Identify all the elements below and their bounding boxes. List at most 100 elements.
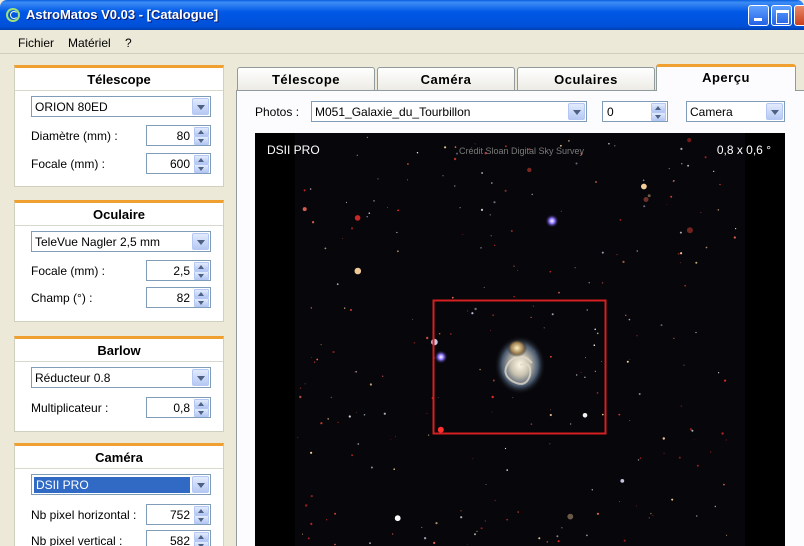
star <box>628 318 631 321</box>
star <box>390 438 392 440</box>
eyepiece-focal-value: 2,5 <box>173 264 190 278</box>
minimize-button[interactable] <box>748 5 769 26</box>
tab-oculaires[interactable]: Oculaires <box>517 67 655 90</box>
chevron-down-icon[interactable] <box>192 233 209 250</box>
star <box>494 499 496 502</box>
chevron-down-icon[interactable] <box>192 98 209 115</box>
spin-up-icon[interactable] <box>194 127 209 136</box>
star <box>354 267 362 275</box>
spin-down-icon[interactable] <box>651 112 666 121</box>
tab-apercu[interactable]: Aperçu <box>656 64 796 91</box>
star <box>437 397 439 398</box>
menu-help[interactable]: ? <box>125 36 132 50</box>
app-icon <box>6 8 20 22</box>
sky-preview[interactable]: DSII PRO Crédit Sloan Digital Sky Survey… <box>255 133 785 546</box>
chevron-down-icon[interactable] <box>192 369 209 386</box>
star <box>639 457 641 459</box>
spin-down-icon[interactable] <box>194 408 209 417</box>
star <box>713 170 715 172</box>
tab-telescope[interactable]: Télescope <box>237 67 375 90</box>
star <box>626 360 629 363</box>
telescope-focal-spinner[interactable]: 600 <box>146 153 211 174</box>
spin-down-icon[interactable] <box>194 541 209 546</box>
close-button[interactable] <box>794 5 804 26</box>
star <box>648 517 650 519</box>
star <box>396 231 398 234</box>
star <box>689 428 692 431</box>
menu-materiel[interactable]: Matériel <box>68 36 111 50</box>
photo-select[interactable]: M051_Galaxie_du_Tourbillon <box>311 101 587 122</box>
blue-star <box>545 214 559 228</box>
star <box>332 350 335 354</box>
menu-fichier[interactable]: Fichier <box>18 36 54 50</box>
star <box>623 539 626 542</box>
star <box>584 376 586 378</box>
spin-down-icon[interactable] <box>194 298 209 307</box>
star <box>666 204 668 206</box>
spin-up-icon[interactable] <box>194 262 209 271</box>
chevron-down-icon[interactable] <box>568 103 585 120</box>
maximize-button[interactable] <box>771 5 792 26</box>
spin-down-icon[interactable] <box>194 136 209 145</box>
spin-up-icon[interactable] <box>194 289 209 298</box>
star <box>687 138 692 143</box>
star <box>369 383 372 386</box>
spin-down-icon[interactable] <box>194 515 209 524</box>
spin-down-icon[interactable] <box>194 164 209 173</box>
spin-up-icon[interactable] <box>194 506 209 515</box>
star <box>705 246 708 249</box>
photo-index-spinner[interactable]: 0 <box>602 101 668 122</box>
star <box>485 484 487 485</box>
vpix-spinner[interactable]: 582 <box>146 530 211 546</box>
star <box>454 146 457 148</box>
multiplier-spinner[interactable]: 0,8 <box>146 397 211 418</box>
spin-up-icon[interactable] <box>194 399 209 408</box>
star <box>568 140 570 142</box>
eyepiece-focal-label: Focale (mm) : <box>31 264 106 278</box>
spin-up-icon[interactable] <box>194 155 209 164</box>
star <box>560 210 562 212</box>
star <box>480 247 482 249</box>
star <box>344 307 346 309</box>
star <box>363 414 366 416</box>
camera-select[interactable]: DSII PRO <box>31 474 211 495</box>
star <box>714 505 716 508</box>
star <box>355 371 357 373</box>
photos-label: Photos : <box>255 105 300 119</box>
multiplier-value: 0,8 <box>173 401 190 415</box>
star <box>643 205 646 208</box>
star <box>735 228 737 230</box>
chevron-down-icon[interactable] <box>192 476 209 493</box>
star <box>652 514 654 516</box>
diameter-spinner[interactable]: 80 <box>146 125 211 146</box>
star <box>580 371 582 373</box>
tab-camera[interactable]: Caméra <box>377 67 515 90</box>
field-value: 82 <box>176 291 190 305</box>
overlay-credit: Crédit Sloan Digital Sky Survey <box>459 146 585 156</box>
star <box>416 152 419 154</box>
hpix-spinner[interactable]: 752 <box>146 504 211 525</box>
star <box>466 310 469 312</box>
title-bar[interactable]: AstroMatos V0.03 - [Catalogue] <box>0 0 804 30</box>
spin-down-icon[interactable] <box>194 271 209 280</box>
chevron-down-icon[interactable] <box>766 103 783 120</box>
star <box>683 364 685 366</box>
mode-select[interactable]: Camera <box>686 101 785 122</box>
star <box>593 344 596 346</box>
star <box>299 387 302 389</box>
star <box>451 296 454 299</box>
eyepiece-focal-spinner[interactable]: 2,5 <box>146 260 211 281</box>
telescope-focal-value: 600 <box>169 157 190 171</box>
spin-up-icon[interactable] <box>194 532 209 541</box>
star <box>602 413 604 416</box>
star <box>387 207 388 208</box>
star <box>543 327 545 329</box>
spin-up-icon[interactable] <box>651 103 666 112</box>
vpix-label: Nb pixel vertical : <box>31 534 123 546</box>
field-spinner[interactable]: 82 <box>146 287 211 308</box>
barlow-select[interactable]: Réducteur 0.8 <box>31 367 211 388</box>
star <box>695 261 698 264</box>
eyepiece-select[interactable]: TeleVue Nagler 2,5 mm <box>31 231 211 252</box>
star <box>397 209 399 212</box>
telescope-select[interactable]: ORION 80ED <box>31 96 211 117</box>
